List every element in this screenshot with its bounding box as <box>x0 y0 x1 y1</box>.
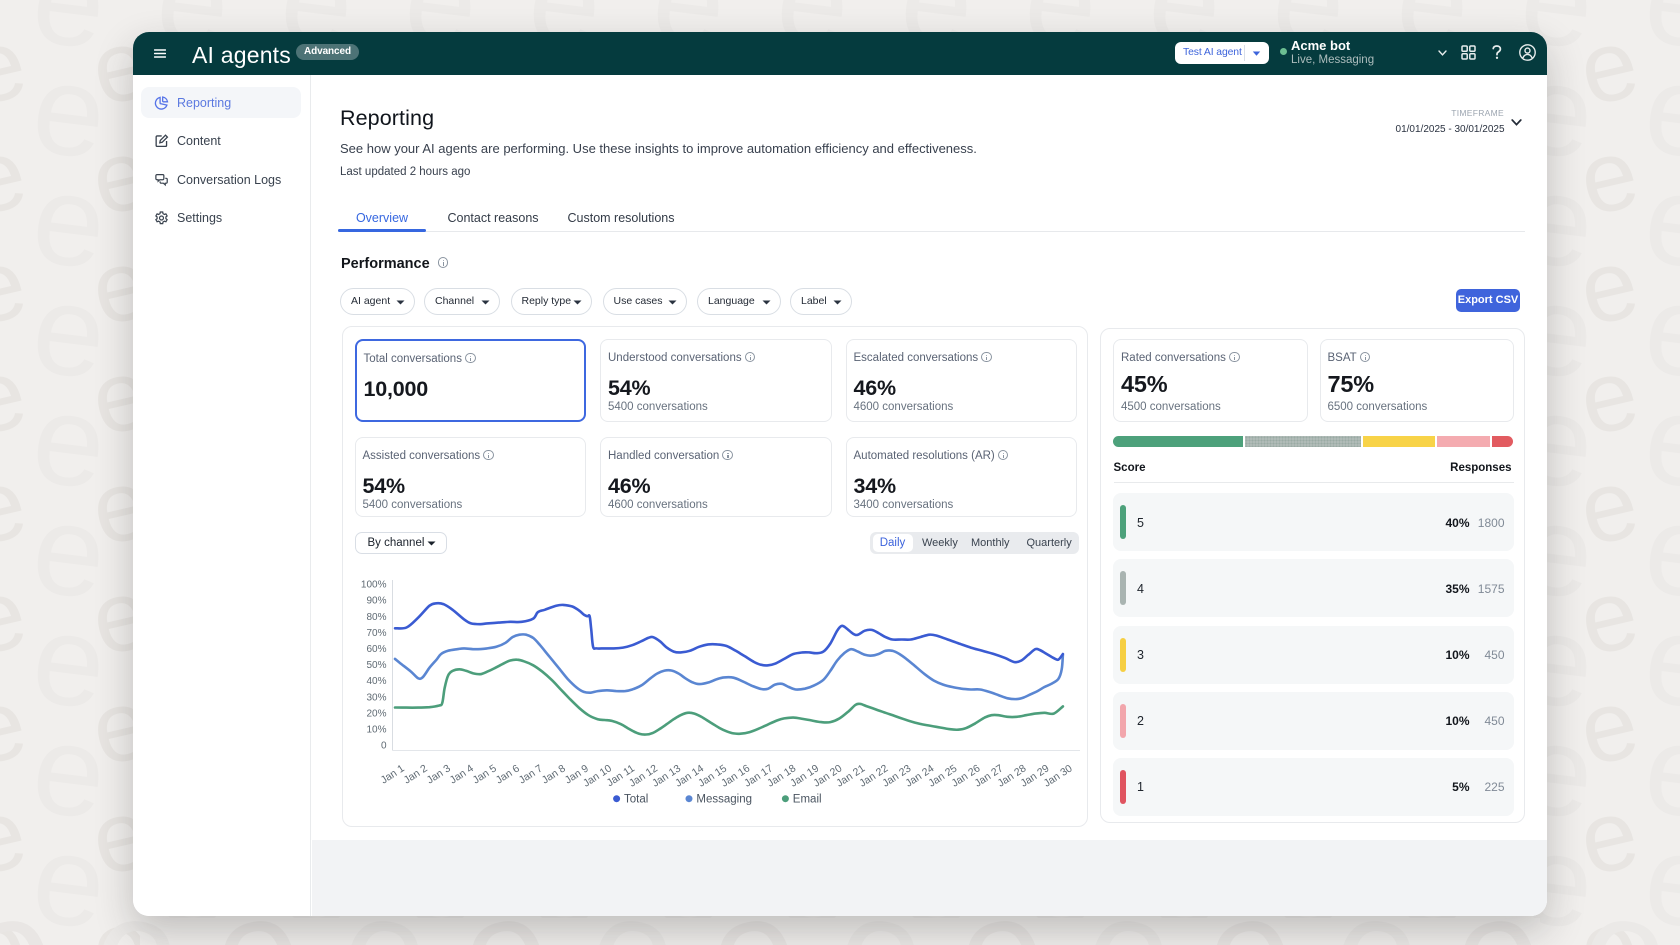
svg-text:Messaging: Messaging <box>696 794 752 806</box>
svg-text:30%: 30% <box>366 692 386 703</box>
svg-text:Total: Total <box>624 794 648 806</box>
svg-text:Jan 1: Jan 1 <box>379 762 407 786</box>
svg-text:Email: Email <box>793 794 822 806</box>
svg-text:60%: 60% <box>366 644 386 655</box>
svg-text:Jan 2: Jan 2 <box>402 762 430 786</box>
svg-text:Jan 5: Jan 5 <box>471 762 499 786</box>
svg-text:50%: 50% <box>366 660 386 671</box>
svg-text:Jan 7: Jan 7 <box>517 762 545 786</box>
svg-text:100%: 100% <box>361 580 387 591</box>
svg-text:90%: 90% <box>366 596 386 607</box>
svg-text:80%: 80% <box>366 612 386 623</box>
svg-text:Jan 6: Jan 6 <box>494 762 522 786</box>
svg-text:20%: 20% <box>366 708 386 719</box>
svg-text:Jan 3: Jan 3 <box>425 762 453 786</box>
svg-text:0: 0 <box>381 741 387 752</box>
svg-text:70%: 70% <box>366 628 386 639</box>
svg-text:Jan 4: Jan 4 <box>448 762 476 786</box>
svg-text:40%: 40% <box>366 676 386 687</box>
svg-text:10%: 10% <box>366 725 386 736</box>
svg-text:Jan 8: Jan 8 <box>540 762 568 786</box>
